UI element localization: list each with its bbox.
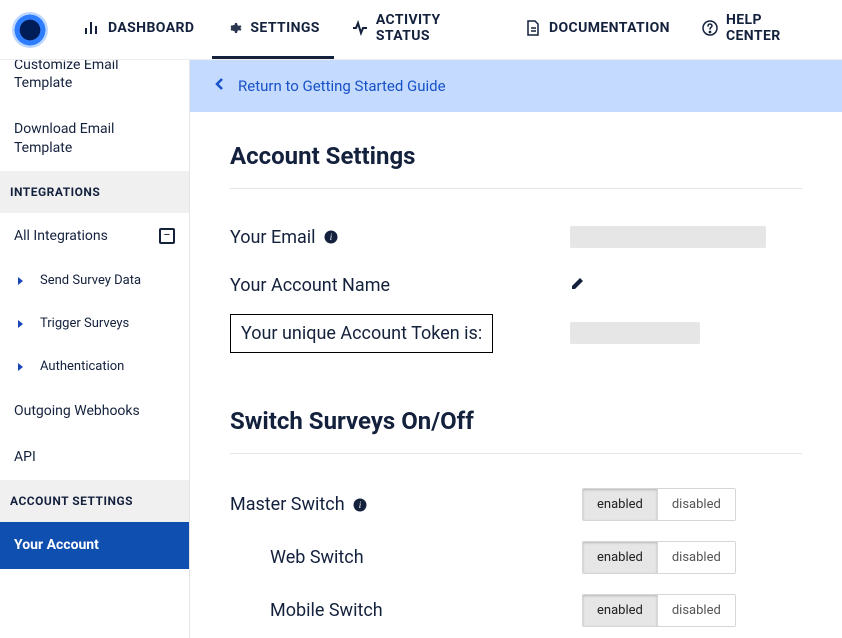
nav-dashboard[interactable]: DASHBOARD <box>70 0 208 59</box>
top-navigation: DASHBOARD SETTINGS ACTIVITY STATUS DOCUM… <box>0 0 842 60</box>
info-icon[interactable]: i <box>353 498 367 512</box>
toggle-enabled[interactable]: enabled <box>583 542 658 573</box>
master-switch-toggle[interactable]: enabled disabled <box>582 488 736 521</box>
nav-activity-status[interactable]: ACTIVITY STATUS <box>338 0 507 67</box>
toggle-enabled[interactable]: enabled <box>583 489 658 520</box>
sidebar-item-api[interactable]: API <box>0 434 189 480</box>
sidebar-sub-authentication[interactable]: Authentication <box>0 345 189 388</box>
account-token-label-box: Your unique Account Token is: <box>230 314 493 353</box>
bar-chart-icon <box>84 20 100 36</box>
document-icon <box>525 20 541 36</box>
sidebar-sub-send-survey[interactable]: Send Survey Data <box>0 259 189 302</box>
toggle-disabled[interactable]: disabled <box>658 595 735 626</box>
toggle-disabled[interactable]: disabled <box>658 489 735 520</box>
nav-label: DOCUMENTATION <box>549 20 670 36</box>
nav-label: DASHBOARD <box>108 20 194 36</box>
sidebar-item-webhooks[interactable]: Outgoing Webhooks <box>0 388 189 434</box>
account-name-label: Your Account Name <box>230 275 390 296</box>
main-content: Return to Getting Started Guide Account … <box>190 60 842 638</box>
mobile-switch-label: Mobile Switch <box>270 600 383 621</box>
gear-icon <box>226 20 242 36</box>
web-switch-toggle[interactable]: enabled disabled <box>582 541 736 574</box>
email-value-mask <box>570 226 766 248</box>
mobile-switch-toggle[interactable]: enabled disabled <box>582 594 736 627</box>
pulse-icon <box>352 20 368 36</box>
sidebar-item-download-email[interactable]: Download Email Template <box>0 106 189 170</box>
return-banner-label: Return to Getting Started Guide <box>238 77 446 95</box>
account-token-label: Your unique Account Token is: <box>241 323 482 344</box>
nav-help-center[interactable]: HELP CENTER <box>688 0 830 67</box>
web-switch-label: Web Switch <box>270 547 364 568</box>
chevron-left-icon <box>214 76 226 96</box>
toggle-disabled[interactable]: disabled <box>658 542 735 573</box>
nav-documentation[interactable]: DOCUMENTATION <box>511 0 684 59</box>
collapse-icon[interactable]: − <box>159 228 175 244</box>
sidebar-item-all-integrations[interactable]: All Integrations − <box>0 213 189 259</box>
app-logo <box>12 12 48 48</box>
master-switch-label: Master Switch <box>230 494 345 515</box>
nav-settings[interactable]: SETTINGS <box>212 0 333 59</box>
token-value-mask <box>570 322 700 344</box>
toggle-enabled[interactable]: enabled <box>583 595 658 626</box>
nav-label: ACTIVITY STATUS <box>376 12 493 44</box>
nav-label: SETTINGS <box>250 20 319 36</box>
sidebar-item-label: All Integrations <box>14 227 108 245</box>
sidebar-item-customize-email[interactable]: Customize Email Template <box>0 60 189 106</box>
help-icon <box>702 20 718 36</box>
return-banner[interactable]: Return to Getting Started Guide <box>190 60 842 112</box>
account-settings-heading: Account Settings <box>230 142 802 170</box>
nav-label: HELP CENTER <box>726 12 816 44</box>
sidebar-item-your-account[interactable]: Your Account <box>0 522 189 568</box>
edit-icon[interactable] <box>570 275 586 295</box>
switches-heading: Switch Surveys On/Off <box>230 407 802 435</box>
email-label: Your Email <box>230 227 316 248</box>
settings-sidebar: Customize Email Template Download Email … <box>0 60 190 638</box>
sidebar-sub-trigger-surveys[interactable]: Trigger Surveys <box>0 302 189 345</box>
sidebar-header-account: ACCOUNT SETTINGS <box>0 480 189 522</box>
sidebar-header-integrations: INTEGRATIONS <box>0 171 189 213</box>
info-icon[interactable]: i <box>324 230 338 244</box>
